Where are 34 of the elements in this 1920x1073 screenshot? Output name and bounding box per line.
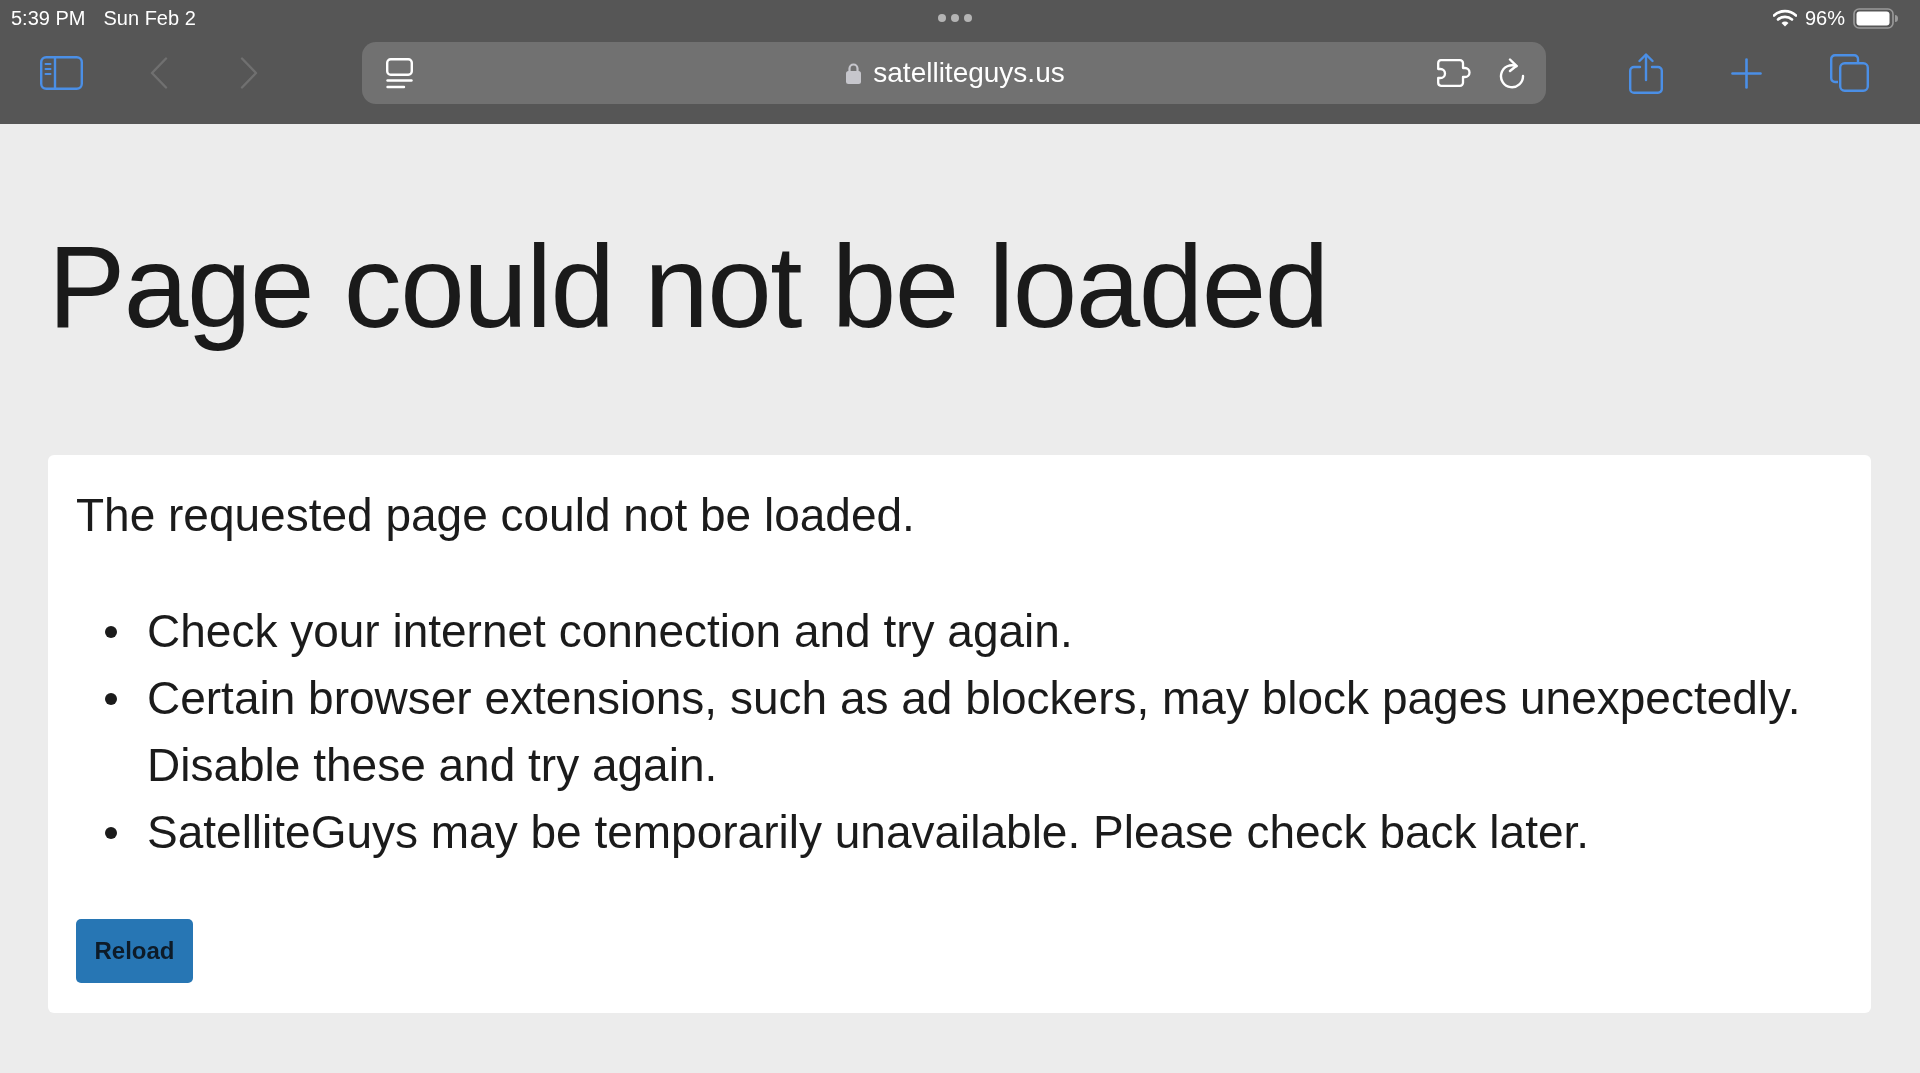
sidebar-icon <box>40 56 83 90</box>
reload-button[interactable]: Reload <box>76 919 193 983</box>
reload-page-button[interactable] <box>1499 57 1525 89</box>
battery-icon <box>1853 7 1898 29</box>
bullet-icon <box>105 827 117 839</box>
reader-icon <box>386 57 413 89</box>
new-tab-button[interactable] <box>1731 57 1762 89</box>
ellipsis-icon[interactable] <box>937 14 972 22</box>
address-bar[interactable]: satelliteguys.us <box>362 42 1546 104</box>
bullet-icon <box>105 693 117 705</box>
lock-icon <box>846 62 862 84</box>
status-time: 5:39 PM <box>11 6 86 30</box>
tip-text: Check your internet connection and try again. <box>147 604 1073 659</box>
plus-icon <box>1731 57 1762 89</box>
page-heading: Page could not be loaded <box>48 221 1329 354</box>
tip-text: SatelliteGuys may be temporarily unavailable. Please check back later. <box>147 805 1590 860</box>
bullet-icon <box>105 626 117 638</box>
status-date: Sun Feb 2 <box>103 6 196 30</box>
sidebar-button[interactable] <box>40 56 83 90</box>
share-icon <box>1629 52 1663 94</box>
puzzle-piece-icon <box>1437 59 1473 87</box>
battery-percent: 96% <box>1804 6 1845 30</box>
tip-text: Certain browser extensions, such as ad blockers, may block pages unexpectedly. Disable these and try again. <box>147 671 1802 793</box>
reader-button[interactable] <box>386 57 413 89</box>
url-text: satelliteguys.us <box>873 56 1065 90</box>
back-chevron-icon <box>150 57 168 89</box>
extensions-button[interactable] <box>1437 59 1473 87</box>
share-button[interactable] <box>1629 52 1663 94</box>
forward-chevron-icon <box>240 57 258 89</box>
error-message: The requested page could not be loaded. <box>76 488 916 543</box>
reload-icon <box>1499 57 1525 89</box>
tabs-icon <box>1830 54 1869 92</box>
wifi-icon <box>1772 9 1797 27</box>
tabs-button[interactable] <box>1830 54 1869 92</box>
